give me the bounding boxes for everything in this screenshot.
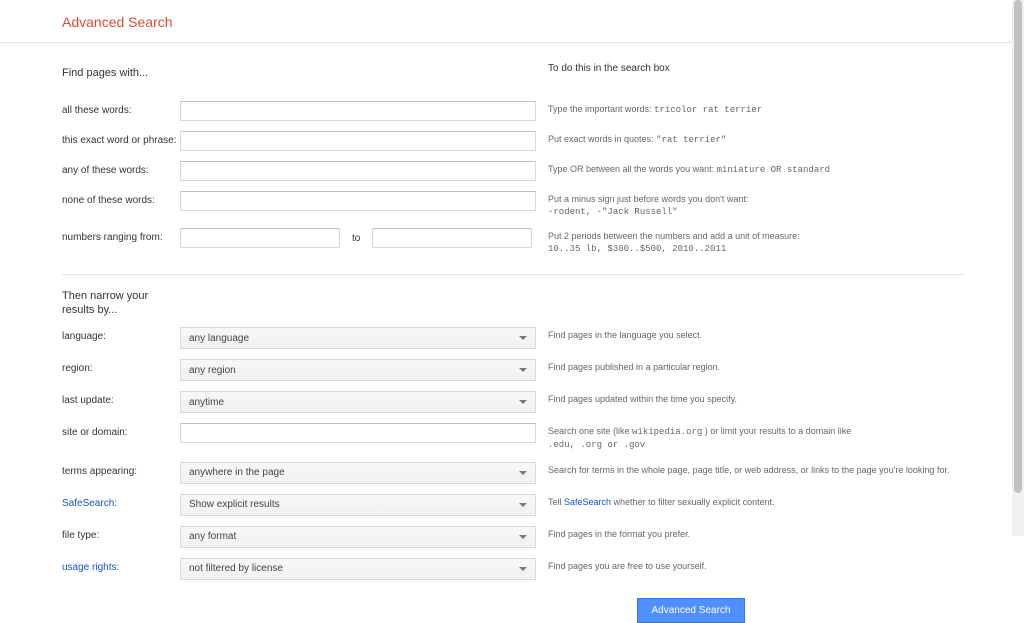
help-usage-rights: Find pages you are free to use yourself.	[536, 558, 964, 573]
find-heading: Find pages with...	[62, 67, 536, 79]
label-language: language:	[62, 327, 180, 342]
narrow-heading: Then narrow your results by...	[62, 289, 182, 318]
dropdown-file-type[interactable]: any format	[180, 526, 536, 548]
scrollbar-thumb[interactable]	[1014, 0, 1022, 493]
chevron-down-icon	[519, 535, 527, 539]
chevron-down-icon	[519, 567, 527, 571]
dropdown-region[interactable]: any region	[180, 359, 536, 381]
label-file-type: file type:	[62, 526, 180, 541]
help-terms-appearing: Search for terms in the whole page, page…	[536, 462, 964, 477]
input-range-from[interactable]	[180, 228, 340, 248]
chevron-down-icon	[519, 368, 527, 372]
dropdown-terms-appearing[interactable]: anywhere in the page	[180, 462, 536, 484]
help-region: Find pages published in a particular reg…	[536, 359, 964, 374]
scrollbar[interactable]	[1012, 0, 1024, 536]
label-last-update: last update:	[62, 391, 180, 406]
chevron-down-icon	[519, 503, 527, 507]
dropdown-language[interactable]: any language	[180, 327, 536, 349]
label-numbers-range: numbers ranging from:	[62, 228, 180, 243]
label-usage-rights[interactable]: usage rights:	[62, 558, 180, 573]
chevron-down-icon	[519, 336, 527, 340]
chevron-down-icon	[519, 400, 527, 404]
help-file-type: Find pages in the format you prefer.	[536, 526, 964, 541]
help-numbers-range: Put 2 periods between the numbers and ad…	[536, 228, 964, 255]
label-exact-phrase: this exact word or phrase:	[62, 131, 180, 146]
dropdown-usage-rights[interactable]: not filtered by license	[180, 558, 536, 580]
input-all-words[interactable]	[180, 101, 536, 121]
input-site-domain[interactable]	[180, 423, 536, 443]
label-region: region:	[62, 359, 180, 374]
help-heading: To do this in the search box	[536, 63, 670, 77]
label-to: to	[352, 233, 360, 244]
help-last-update: Find pages updated within the time you s…	[536, 391, 964, 406]
dropdown-last-update[interactable]: anytime	[180, 391, 536, 413]
help-exact-phrase: Put exact words in quotes: "rat terrier"	[536, 131, 964, 147]
label-terms-appearing: terms appearing:	[62, 462, 180, 477]
input-any-words[interactable]	[180, 161, 536, 181]
label-safesearch[interactable]: SafeSearch:	[62, 494, 180, 509]
label-none-words: none of these words:	[62, 191, 180, 206]
input-none-words[interactable]	[180, 191, 536, 211]
page-title: Advanced Search	[62, 14, 1024, 30]
help-all-words: Type the important words: tricolor rat t…	[536, 101, 964, 117]
help-site-domain: Search one site (like wikipedia.org ) or…	[536, 423, 964, 451]
input-exact-phrase[interactable]	[180, 131, 536, 151]
section-divider	[62, 274, 964, 275]
help-safesearch: Tell SafeSearch whether to filter sexual…	[536, 494, 964, 509]
label-all-words: all these words:	[62, 101, 180, 116]
input-range-to[interactable]	[372, 228, 532, 248]
dropdown-safesearch[interactable]: Show explicit results	[180, 494, 536, 516]
advanced-search-button[interactable]: Advanced Search	[637, 598, 746, 623]
help-language: Find pages in the language you select.	[536, 327, 964, 342]
label-any-words: any of these words:	[62, 161, 180, 176]
label-site-domain: site or domain:	[62, 423, 180, 438]
help-none-words: Put a minus sign just before words you d…	[536, 191, 964, 218]
chevron-down-icon	[519, 471, 527, 475]
page-header: Advanced Search	[0, 0, 1024, 43]
help-any-words: Type OR between all the words you want: …	[536, 161, 964, 177]
